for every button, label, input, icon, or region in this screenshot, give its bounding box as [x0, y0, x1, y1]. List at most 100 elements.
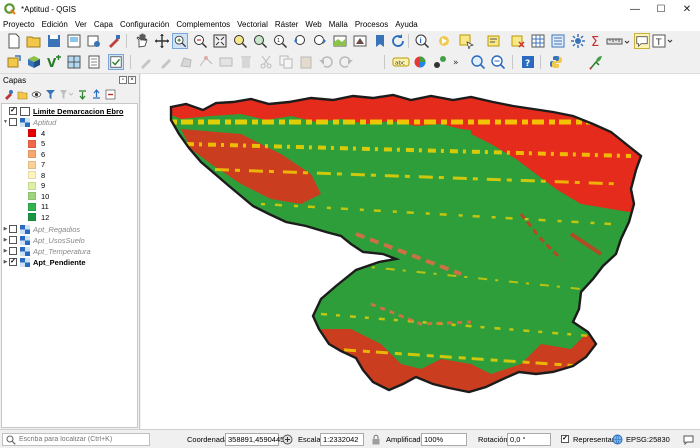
remove-layer-icon[interactable] — [105, 89, 116, 100]
identify-icon[interactable]: i — [414, 33, 430, 49]
expand-arrow-icon[interactable]: ▶ — [2, 259, 9, 265]
copy-features-icon[interactable] — [278, 54, 294, 70]
toggle-extents-icon[interactable] — [282, 434, 293, 445]
new-map-view-icon[interactable] — [332, 33, 348, 49]
menu-raster[interactable]: Ráster — [275, 20, 299, 29]
scale-lock-icon[interactable] — [371, 434, 381, 445]
layer-visibility-checkbox[interactable] — [9, 118, 17, 127]
layer-visibility-checkbox[interactable] — [9, 225, 17, 234]
minimize-button[interactable]: — — [622, 0, 648, 18]
close-button[interactable]: ✕ — [674, 0, 700, 18]
coordinate-field[interactable]: 358891,4590445 — [225, 433, 284, 446]
zoom-next-icon[interactable] — [312, 33, 328, 49]
search-catalog-icon[interactable] — [490, 54, 506, 70]
zoom-selection-icon[interactable] — [232, 33, 248, 49]
expand-arrow-icon[interactable]: ▶ — [2, 237, 9, 243]
panel-close-button[interactable]: × — [128, 76, 136, 84]
rotation-field[interactable]: 0,0 ° — [507, 433, 551, 446]
layer-visibility-checkbox[interactable] — [9, 247, 17, 256]
select-features-icon[interactable] — [458, 33, 474, 49]
layer-row-limite[interactable]: ✓ Limite Demarcacion Ebro — [2, 106, 123, 117]
menu-ver[interactable]: Ver — [75, 20, 87, 29]
help-icon[interactable]: ? — [520, 54, 536, 70]
crs-globe-icon[interactable] — [612, 434, 623, 445]
paste-features-icon[interactable] — [298, 54, 314, 70]
layer-row-usos-suelo[interactable]: ▶ Apt_UsosSuelo — [2, 235, 85, 246]
action-icon[interactable] — [436, 33, 452, 49]
menu-procesos[interactable]: Procesos — [355, 20, 388, 29]
vertex-tool-icon[interactable] — [198, 54, 214, 70]
add-polygon-icon[interactable] — [178, 54, 194, 70]
menu-web[interactable]: Web — [305, 20, 321, 29]
delete-selected-icon[interactable] — [238, 54, 254, 70]
text-annotation-icon[interactable]: T — [652, 33, 674, 49]
new-geopackage-icon[interactable] — [26, 54, 42, 70]
layer-visibility-checkbox[interactable] — [9, 236, 17, 245]
menu-ayuda[interactable]: Ayuda — [395, 20, 418, 29]
zoom-native-icon[interactable]: 1 — [272, 33, 288, 49]
menu-configuracion[interactable]: Configuración — [120, 20, 169, 29]
menu-complementos[interactable]: Complementos — [176, 20, 230, 29]
save-project-icon[interactable] — [46, 33, 62, 49]
layer-row-regadios[interactable]: ▶ Apt_Regadios — [2, 224, 80, 235]
attribute-table-icon[interactable] — [530, 33, 546, 49]
processing-toolbox-icon[interactable] — [570, 33, 586, 49]
layer-row-temperatura[interactable]: ▶ Apt_Temperatura — [2, 246, 91, 257]
layer-row-pendiente[interactable]: ▶ ✓ Apt_Pendiente — [2, 257, 86, 268]
render-checkbox[interactable]: ✓ — [561, 435, 569, 443]
pan-map-icon[interactable] — [134, 33, 150, 49]
more-tools-icon[interactable]: » — [452, 54, 462, 70]
multi-edit-icon[interactable] — [218, 54, 234, 70]
add-group-icon[interactable] — [17, 89, 28, 100]
refresh-icon[interactable] — [390, 33, 406, 49]
expand-all-icon[interactable] — [77, 89, 88, 100]
manage-visibility-icon[interactable] — [31, 89, 42, 100]
pan-to-selection-icon[interactable] — [154, 33, 170, 49]
select-by-value-icon[interactable] — [486, 33, 502, 49]
layout-manager-icon[interactable] — [86, 33, 102, 49]
field-calculator-icon[interactable] — [550, 33, 566, 49]
zoom-in-icon[interactable] — [172, 33, 188, 49]
add-raster-layer-icon[interactable] — [66, 54, 82, 70]
scale-field[interactable]: 1:2332042 — [320, 433, 364, 446]
locator-bar[interactable] — [2, 433, 150, 446]
crs-label[interactable]: EPSG:25830 — [626, 435, 670, 444]
magnifier-field[interactable]: 100% — [421, 433, 467, 446]
menu-proyecto[interactable]: Proyecto — [3, 20, 35, 29]
label-tool-icon[interactable]: abc — [392, 54, 410, 70]
filter-expression-icon[interactable] — [59, 89, 73, 100]
locator-input[interactable] — [19, 436, 139, 443]
style-manager-icon[interactable] — [106, 33, 122, 49]
new-print-layout-icon[interactable] — [66, 33, 82, 49]
zoom-layer-icon[interactable] — [252, 33, 268, 49]
maximize-button[interactable]: ☐ — [648, 0, 674, 18]
open-project-icon[interactable] — [26, 33, 42, 49]
menu-vectorial[interactable]: Vectorial — [237, 20, 268, 29]
collapse-arrow-icon[interactable]: ▼ — [2, 119, 9, 125]
current-edits-icon[interactable] — [138, 54, 154, 70]
expand-arrow-icon[interactable]: ▶ — [2, 226, 9, 232]
menu-malla[interactable]: Malla — [329, 20, 348, 29]
plugin-icon[interactable] — [588, 54, 604, 70]
redo-icon[interactable] — [338, 54, 354, 70]
collapse-all-icon[interactable] — [91, 89, 102, 100]
new-project-icon[interactable] — [6, 33, 22, 49]
filter-legend-icon[interactable] — [45, 89, 56, 100]
zoom-out-icon[interactable] — [192, 33, 208, 49]
messages-icon[interactable] — [683, 434, 694, 445]
label-style-icon[interactable] — [432, 54, 448, 70]
panel-float-button[interactable]: ▫ — [119, 76, 127, 84]
data-source-manager-icon[interactable] — [6, 54, 22, 70]
digitize-icon[interactable] — [158, 54, 174, 70]
expand-arrow-icon[interactable]: ▶ — [2, 248, 9, 254]
zoom-full-icon[interactable] — [212, 33, 228, 49]
measure-icon[interactable] — [606, 33, 630, 49]
layer-visibility-checkbox[interactable]: ✓ — [9, 258, 17, 267]
statistics-icon[interactable]: Σ — [588, 33, 604, 49]
open-layer-styling-icon[interactable] — [3, 89, 14, 100]
cut-features-icon[interactable] — [258, 54, 274, 70]
deselect-icon[interactable] — [510, 33, 526, 49]
menu-edicion[interactable]: Edición — [42, 20, 68, 29]
diagram-tool-icon[interactable] — [412, 54, 428, 70]
map-tips-icon[interactable] — [634, 33, 650, 49]
